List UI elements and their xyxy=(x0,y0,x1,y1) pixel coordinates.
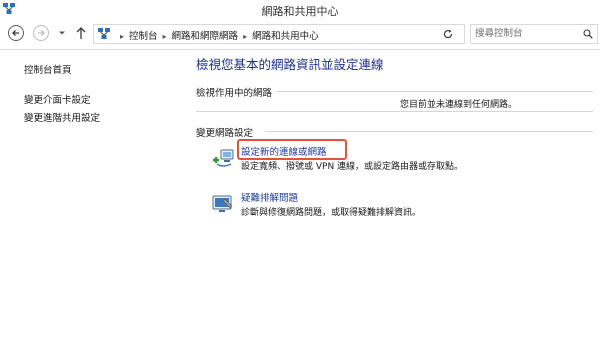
window-title: 網路和共用中心 xyxy=(261,5,339,18)
search-icon[interactable] xyxy=(583,29,593,39)
search-input[interactable] xyxy=(475,26,579,41)
section-divider xyxy=(275,91,593,92)
breadcrumb-item[interactable]: 網路和共用中心 xyxy=(252,31,319,42)
refresh-icon[interactable] xyxy=(443,29,453,39)
breadcrumb: ▸ 控制台 ▸ 網路和網際網路 ▸ 網路和共用中心 xyxy=(115,28,319,42)
new-connection-description: 設定寬頻、撥號或 VPN 連線，或設定路由器或存取點。 xyxy=(241,162,464,172)
forward-button[interactable] xyxy=(33,25,49,41)
section-divider xyxy=(196,111,593,112)
breadcrumb-item[interactable]: 控制台 xyxy=(129,31,158,42)
troubleshoot-link[interactable]: 疑難排解問題 xyxy=(241,190,298,204)
troubleshoot-icon xyxy=(212,195,233,212)
back-button[interactable] xyxy=(8,25,24,41)
breadcrumb-separator-icon: ▸ xyxy=(120,32,125,41)
chevron-down-icon[interactable] xyxy=(58,29,66,37)
connection-status: 您目前並未連線到任何網路。 xyxy=(400,100,518,110)
breadcrumb-item[interactable]: 網路和網際網路 xyxy=(172,31,239,42)
forward-arrow-icon xyxy=(38,30,45,36)
address-bar: ▸ 控制台 ▸ 網路和網際網路 ▸ 網路和共用中心 xyxy=(0,21,600,50)
up-arrow-icon[interactable] xyxy=(75,26,87,40)
search-box[interactable] xyxy=(470,24,598,44)
sidebar: 控制台首頁 變更介面卡設定 變更進階共用設定 xyxy=(0,50,185,350)
sidebar-item-change-adapter-settings[interactable]: 變更介面卡設定 xyxy=(24,92,91,106)
network-center-icon xyxy=(98,28,110,39)
change-settings-label: 變更網路設定 xyxy=(196,125,258,139)
page-title: 檢視您基本的網路資訊並設定連線 xyxy=(196,57,384,72)
new-connection-icon xyxy=(213,149,234,167)
sidebar-item-change-advanced-sharing[interactable]: 變更進階共用設定 xyxy=(24,110,100,124)
active-networks-label: 檢視作用中的網路 xyxy=(196,85,277,99)
section-divider xyxy=(265,131,593,132)
main-panel: 檢視您基本的網路資訊並設定連線 檢視作用中的網路 您目前並未連線到任何網路。 變… xyxy=(185,50,600,350)
breadcrumb-separator-icon[interactable]: ▸ xyxy=(163,32,167,41)
sidebar-item-control-panel-home[interactable]: 控制台首頁 xyxy=(24,62,72,76)
breadcrumb-separator-icon[interactable]: ▸ xyxy=(243,32,247,41)
title-bar: 網路和共用中心 xyxy=(0,0,600,21)
back-arrow-icon xyxy=(12,30,19,36)
troubleshoot-description: 診斷與修復網路問題，或取得疑難排解資訊。 xyxy=(241,208,422,218)
path-box[interactable]: ▸ 控制台 ▸ 網路和網際網路 ▸ 網路和共用中心 xyxy=(93,24,527,44)
task-troubleshoot[interactable]: 疑難排解問題 診斷與修復網路問題，或取得疑難排解資訊。 xyxy=(211,190,591,224)
highlight-box xyxy=(237,139,347,160)
